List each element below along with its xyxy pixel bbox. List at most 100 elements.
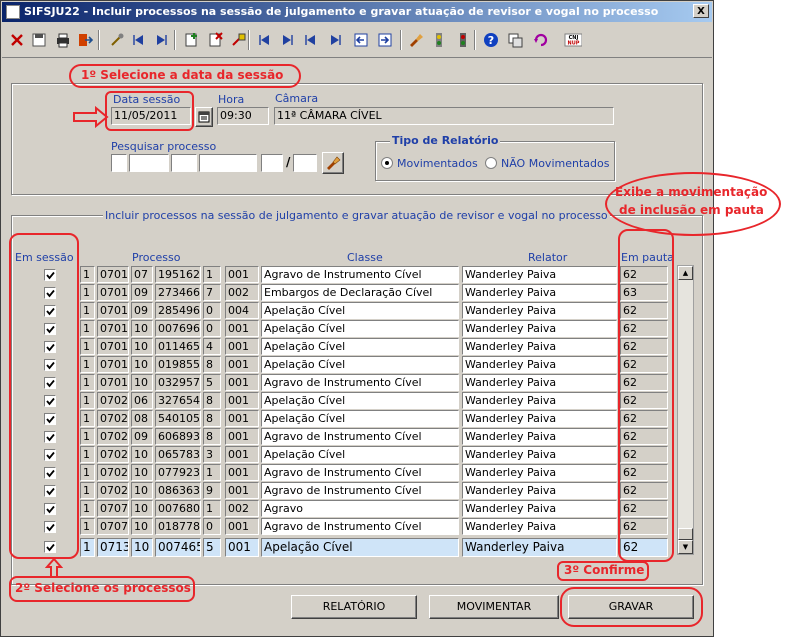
cell-b[interactable]: 0707 xyxy=(97,518,129,535)
cell-relator[interactable]: Wanderley Paiva xyxy=(462,428,617,445)
cell-a[interactable]: 1 xyxy=(80,482,95,499)
cell-relator[interactable]: Wanderley Paiva xyxy=(462,446,617,463)
cell-classe[interactable]: Apelação Cível xyxy=(261,392,459,409)
first-icon[interactable] xyxy=(128,29,150,51)
cell-c[interactable]: 08 xyxy=(131,410,153,427)
table-row[interactable]: 1 0707 10 007680 1 002 Agravo Wanderley Paiva 62 xyxy=(1,500,701,517)
cell-a[interactable]: 1 xyxy=(80,518,95,535)
cell-e[interactable]: 0 xyxy=(203,320,221,337)
cell-f[interactable]: 001 xyxy=(225,446,259,463)
cell-b[interactable]: 0701 xyxy=(97,320,129,337)
radio-moved[interactable] xyxy=(381,157,393,169)
first-page-icon[interactable] xyxy=(300,29,322,51)
cell-relator[interactable]: Wanderley Paiva xyxy=(462,302,617,319)
execute-query-icon[interactable] xyxy=(374,29,396,51)
cell-c[interactable]: 10 xyxy=(131,500,153,517)
search-field-6[interactable] xyxy=(293,154,317,172)
cell-b[interactable]: 0713 xyxy=(97,538,129,557)
search-button[interactable] xyxy=(322,152,344,174)
table-row[interactable]: 1 0701 07 195162 1 001 Agravo de Instrumento C… xyxy=(1,266,701,283)
cell-f[interactable]: 001 xyxy=(225,320,259,337)
print-icon[interactable] xyxy=(52,29,74,51)
cell-f[interactable]: 004 xyxy=(225,302,259,319)
cell-e[interactable]: 1 xyxy=(203,500,221,517)
cell-classe[interactable]: Agravo de Instrumento Cível xyxy=(261,464,459,481)
cell-f[interactable]: 001 xyxy=(225,392,259,409)
table-row[interactable]: 1 0702 10 086363 9 001 Agravo de Instrumento C… xyxy=(1,482,701,499)
table-row[interactable]: 1 0707 10 018778 0 001 Agravo de Instrumento C… xyxy=(1,518,701,535)
table-row[interactable]: 1 0701 10 011465 4 001 Apelação Cível Wanderley… xyxy=(1,338,701,355)
cell-classe[interactable]: Apelação Cível xyxy=(261,356,459,373)
cell-b[interactable]: 0701 xyxy=(97,338,129,355)
cell-d[interactable]: 019855 xyxy=(155,356,201,373)
next-icon[interactable] xyxy=(276,29,298,51)
cell-b[interactable]: 0701 xyxy=(97,302,129,319)
cell-d[interactable]: 011465 xyxy=(155,338,201,355)
cell-c[interactable]: 09 xyxy=(131,428,153,445)
cell-a[interactable]: 1 xyxy=(80,538,95,557)
last-icon[interactable] xyxy=(150,29,172,51)
table-row[interactable]: 1 0701 10 007696 0 001 Apelação Cível Wanderley… xyxy=(1,320,701,337)
cell-relator[interactable]: Wanderley Paiva xyxy=(462,464,617,481)
search-field-1[interactable] xyxy=(111,154,127,172)
table-scrollbar[interactable]: ▲ ▼ xyxy=(677,265,694,555)
cell-f[interactable]: 001 xyxy=(225,410,259,427)
table-row[interactable]: 1 0701 09 273466 7 002 Embargos de Declaração … xyxy=(1,284,701,301)
cell-c[interactable]: 09 xyxy=(131,284,153,301)
cell-f[interactable]: 001 xyxy=(225,518,259,535)
table-row[interactable]: 1 0701 10 032957 5 001 Agravo de Instrumento C… xyxy=(1,374,701,391)
radio-not-moved[interactable] xyxy=(485,157,497,169)
refresh-icon[interactable] xyxy=(530,29,552,51)
cell-e[interactable]: 3 xyxy=(203,446,221,463)
cell-c[interactable]: 10 xyxy=(131,320,153,337)
cell-classe[interactable]: Agravo xyxy=(261,500,459,517)
query-icon[interactable] xyxy=(228,29,250,51)
exit-icon[interactable] xyxy=(74,29,96,51)
report-button[interactable]: RELATÓRIO xyxy=(291,595,417,619)
cell-b[interactable]: 0702 xyxy=(97,482,129,499)
flashlight-icon[interactable] xyxy=(406,29,428,51)
cell-d[interactable]: 606893 xyxy=(155,428,201,445)
cell-d[interactable]: 086363 xyxy=(155,482,201,499)
cell-f[interactable]: 001 xyxy=(225,374,259,391)
cell-c[interactable]: 10 xyxy=(131,464,153,481)
cell-a[interactable]: 1 xyxy=(80,392,95,409)
cell-c[interactable]: 06 xyxy=(131,392,153,409)
cell-d[interactable]: 018778 xyxy=(155,518,201,535)
table-row[interactable]: 1 0702 10 077923 1 001 Agravo de Instrumento C… xyxy=(1,464,701,481)
cell-d[interactable]: 540105 xyxy=(155,410,201,427)
save-icon[interactable] xyxy=(28,29,50,51)
cell-e[interactable]: 8 xyxy=(203,392,221,409)
traffic-icon[interactable] xyxy=(452,29,474,51)
cell-classe[interactable]: Apelação Cível xyxy=(261,338,459,355)
cell-e[interactable]: 5 xyxy=(203,374,221,391)
cell-classe[interactable]: Apelação Cível xyxy=(261,538,459,557)
cell-classe[interactable]: Agravo de Instrumento Cível xyxy=(261,428,459,445)
cell-c[interactable]: 10 xyxy=(131,374,153,391)
prev-icon[interactable] xyxy=(254,29,276,51)
cell-e[interactable]: 1 xyxy=(203,266,221,283)
search-field-2[interactable] xyxy=(129,154,169,172)
cell-f[interactable]: 001 xyxy=(225,266,259,283)
table-row[interactable]: 1 0702 09 606893 8 001 Agravo de Instrumento C… xyxy=(1,428,701,445)
cell-a[interactable]: 1 xyxy=(80,464,95,481)
cell-d[interactable]: 273466 xyxy=(155,284,201,301)
cell-f[interactable]: 002 xyxy=(225,500,259,517)
cell-f[interactable]: 001 xyxy=(225,538,259,557)
cell-d[interactable]: 065783 xyxy=(155,446,201,463)
cell-d[interactable]: 285496 xyxy=(155,302,201,319)
cell-a[interactable]: 1 xyxy=(80,338,95,355)
cell-a[interactable]: 1 xyxy=(80,374,95,391)
cell-c[interactable]: 10 xyxy=(131,518,153,535)
cell-d[interactable]: 007680 xyxy=(155,500,201,517)
cell-f[interactable]: 001 xyxy=(225,338,259,355)
cell-e[interactable]: 0 xyxy=(203,302,221,319)
cell-e[interactable]: 8 xyxy=(203,428,221,445)
cell-f[interactable]: 001 xyxy=(225,482,259,499)
cell-f[interactable]: 001 xyxy=(225,356,259,373)
cell-d[interactable]: 007696 xyxy=(155,320,201,337)
cell-f[interactable]: 002 xyxy=(225,284,259,301)
cell-e[interactable]: 1 xyxy=(203,464,221,481)
cell-c[interactable]: 07 xyxy=(131,266,153,283)
cell-d[interactable]: 195162 xyxy=(155,266,201,283)
